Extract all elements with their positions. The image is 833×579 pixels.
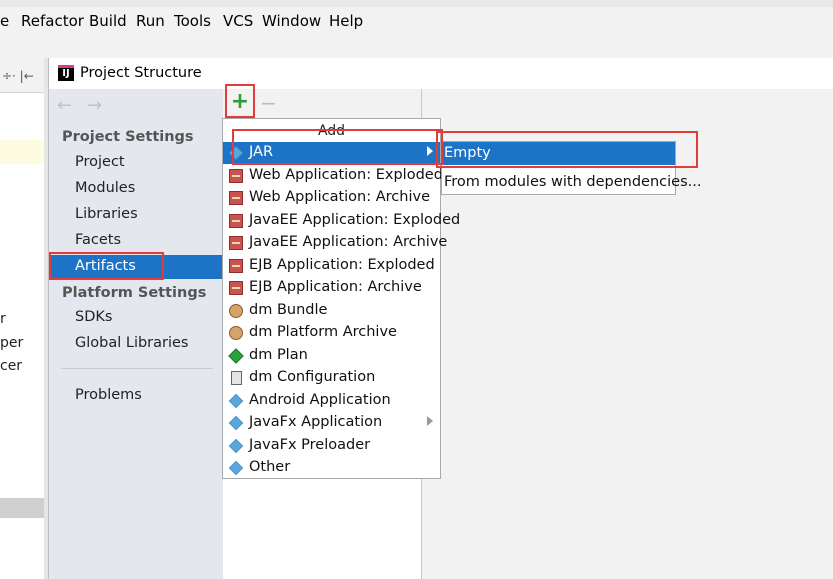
menu-item-label: JavaEE Application: Archive <box>249 234 448 250</box>
menu-item-label: dm Configuration <box>249 369 376 385</box>
jar-highlight-box <box>232 129 443 165</box>
add-artifact-menu: Add JAR Web Application: Exploded Web Ap… <box>222 118 460 479</box>
window-title-strip <box>0 0 833 7</box>
platform-settings-header: Platform Settings <box>62 285 207 301</box>
menu-item-javaee-archive[interactable]: JavaEE Application: Archive <box>223 232 447 254</box>
remove-artifact-button[interactable]: − <box>260 89 277 117</box>
submenu-arrow-icon <box>427 416 433 426</box>
document-icon <box>231 371 242 385</box>
menu-item-label: EJB Application: Exploded <box>249 257 435 273</box>
menu-build[interactable]: Build <box>89 12 127 30</box>
background-highlight-row <box>0 140 44 164</box>
box-icon <box>229 259 243 273</box>
collapse-icon[interactable]: ÷· |← <box>2 69 34 83</box>
artifacts-highlight-box <box>49 252 164 280</box>
menu-item-label: JavaFx Application <box>249 414 383 430</box>
nav-separator <box>61 368 213 369</box>
diamond-icon <box>228 415 244 431</box>
menu-item-web-app-exploded[interactable]: Web Application: Exploded <box>223 165 443 187</box>
add-button-highlight-box <box>225 84 255 118</box>
menu-item-javafx-application[interactable]: JavaFx Application <box>223 412 440 434</box>
menu-item-javafx-preloader[interactable]: JavaFx Preloader <box>223 435 440 457</box>
menu-item-dm-platform-archive[interactable]: dm Platform Archive <box>223 322 440 344</box>
menu-file-fragment[interactable]: e <box>0 12 9 30</box>
menu-tools[interactable]: Tools <box>174 12 211 30</box>
menu-item-label: Other <box>249 459 291 475</box>
menu-item-javaee-exploded[interactable]: JavaEE Application: Exploded <box>223 210 460 232</box>
background-project-panel: ÷· |← r per cer <box>0 58 48 579</box>
menu-item-label: dm Bundle <box>249 302 328 318</box>
menu-run[interactable]: Run <box>136 12 165 30</box>
nav-item-libraries[interactable]: Libraries <box>75 206 138 222</box>
menu-item-ejb-archive[interactable]: EJB Application: Archive <box>223 277 440 299</box>
empty-highlight-box <box>436 131 698 168</box>
background-panel-toolbar: ÷· |← <box>0 58 44 93</box>
nav-item-sdks[interactable]: SDKs <box>75 309 112 325</box>
menu-item-label: dm Plan <box>249 347 308 363</box>
menu-item-label: JavaEE Application: Exploded <box>249 212 461 228</box>
box-icon <box>229 214 243 228</box>
menu-item-web-app-archive[interactable]: Web Application: Archive <box>223 187 440 209</box>
diamond-icon <box>228 393 244 409</box>
menu-item-dm-configuration[interactable]: dm Configuration <box>223 367 440 389</box>
dialog-title-bar: IJ Project Structure <box>49 58 833 89</box>
dialog-title: Project Structure <box>80 65 202 81</box>
nav-item-global-libraries[interactable]: Global Libraries <box>75 335 189 351</box>
background-selected-row <box>0 498 44 518</box>
background-text-fragment: per <box>0 335 24 351</box>
menu-window[interactable]: Window <box>262 12 321 30</box>
back-arrow-icon[interactable]: ← <box>57 95 72 116</box>
menu-item-label: JavaFx Preloader <box>249 437 371 453</box>
menu-item-ejb-exploded[interactable]: EJB Application: Exploded <box>223 255 440 277</box>
diamond-icon <box>228 460 244 476</box>
menu-item-label: Android Application <box>249 392 391 408</box>
menu-vcs[interactable]: VCS <box>223 12 253 30</box>
menu-item-android-application[interactable]: Android Application <box>223 390 440 412</box>
diamond-icon <box>228 438 244 454</box>
project-settings-header: Project Settings <box>62 129 194 145</box>
menu-item-label: EJB Application: Archive <box>249 279 422 295</box>
submenu-item-label: From modules with dependencies... <box>444 174 702 190</box>
forward-arrow-icon[interactable]: → <box>87 95 102 116</box>
nav-item-modules[interactable]: Modules <box>75 180 135 196</box>
artifacts-toolbar: + − <box>223 84 421 119</box>
box-icon <box>229 191 243 205</box>
menu-item-dm-plan[interactable]: dm Plan <box>223 345 440 367</box>
menu-item-dm-bundle[interactable]: dm Bundle <box>223 300 440 322</box>
menu-item-label: Web Application: Exploded <box>249 167 443 183</box>
menu-refactor[interactable]: Refactor <box>21 12 84 30</box>
nav-item-problems[interactable]: Problems <box>75 387 142 403</box>
ore-icon <box>229 304 243 318</box>
nav-item-project[interactable]: Project <box>75 154 125 170</box>
box-icon <box>229 236 243 250</box>
menu-item-label: dm Platform Archive <box>249 324 397 340</box>
background-text-fragment: r <box>0 311 6 327</box>
menu-item-other[interactable]: Other <box>223 457 440 479</box>
settings-nav-pane: ← → Project Settings Project Modules Lib… <box>49 89 223 579</box>
ore-icon <box>229 326 243 340</box>
menu-help[interactable]: Help <box>329 12 363 30</box>
ide-toolbar <box>0 36 833 59</box>
menu-item-label: Web Application: Archive <box>249 189 430 205</box>
intellij-app-icon: IJ <box>58 65 74 81</box>
main-menubar: e Refactor Build Run Tools VCS Window He… <box>0 0 833 36</box>
box-icon <box>229 169 243 183</box>
submenu-item-from-modules[interactable]: From modules with dependencies... <box>442 171 701 194</box>
box-icon <box>229 281 243 295</box>
background-text-fragment: cer <box>0 358 23 374</box>
nav-item-facets[interactable]: Facets <box>75 232 121 248</box>
plan-icon <box>228 348 244 364</box>
